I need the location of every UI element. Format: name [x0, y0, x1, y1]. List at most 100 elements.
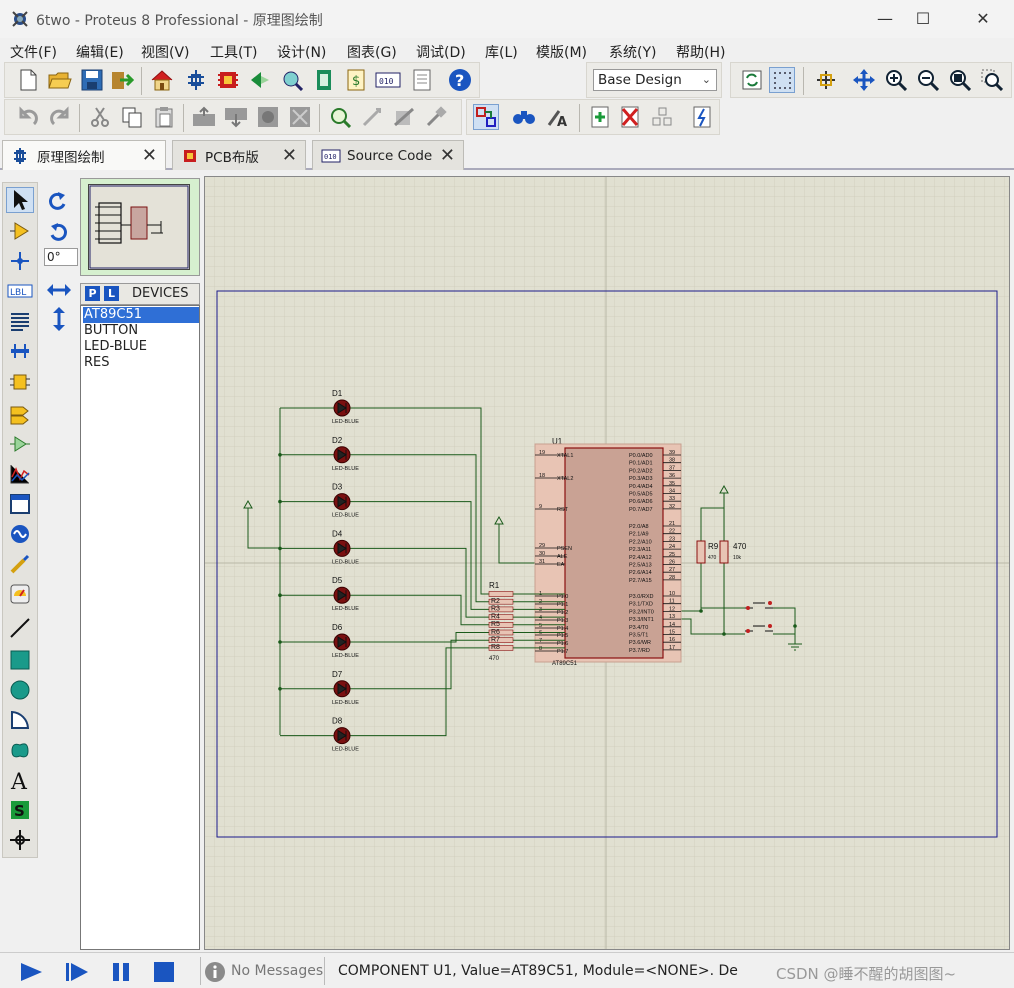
virtual-instruments-icon[interactable]: [6, 581, 34, 607]
rotate-clockwise-icon[interactable]: [46, 190, 70, 218]
block-delete-icon[interactable]: [287, 104, 313, 130]
menu-view[interactable]: 视图(V): [141, 42, 190, 62]
terminals-icon[interactable]: [6, 401, 34, 427]
block-copy-icon[interactable]: [191, 104, 217, 130]
refresh-icon[interactable]: [739, 67, 765, 93]
property-assignment-icon[interactable]: A: [545, 104, 571, 130]
device-pins-icon[interactable]: [6, 431, 34, 457]
schematic-canvas[interactable]: D1 LED-BLUE D2 LED-BLUE D3 LED-BLUE D4 LED-BLUE…: [204, 176, 1010, 950]
help-icon[interactable]: ?: [447, 67, 473, 93]
marker-tool-icon[interactable]: [6, 827, 34, 853]
list-item[interactable]: RES: [83, 355, 199, 371]
pick-devices-button[interactable]: P: [85, 286, 100, 301]
menu-edit[interactable]: 编辑(E): [76, 42, 124, 62]
selection-mode-icon[interactable]: [6, 187, 34, 213]
overview-viewport[interactable]: [88, 184, 190, 270]
import-icon[interactable]: [109, 67, 135, 93]
close-icon[interactable]: ✕: [440, 145, 455, 166]
copy-icon[interactable]: [119, 104, 145, 130]
menu-help[interactable]: 帮助(H): [676, 42, 725, 62]
close-button[interactable]: ✕: [960, 6, 1006, 32]
close-icon[interactable]: ✕: [282, 145, 297, 166]
zoom-in-icon[interactable]: [883, 67, 909, 93]
new-file-icon[interactable]: [15, 67, 41, 93]
pick-parts-icon[interactable]: [327, 104, 353, 130]
library-manager-button[interactable]: L: [104, 286, 119, 301]
redo-icon[interactable]: [47, 104, 73, 130]
menu-debug[interactable]: 调试(D): [416, 42, 466, 62]
block-rotate-icon[interactable]: [255, 104, 281, 130]
graph-mode-icon[interactable]: [6, 461, 34, 487]
search-icon[interactable]: [511, 104, 537, 130]
zoom-out-icon[interactable]: [915, 67, 941, 93]
tab-pcb[interactable]: PCB布版 ✕: [172, 140, 306, 170]
tab-schematic[interactable]: 原理图绘制 ✕: [2, 140, 166, 170]
zoom-all-icon[interactable]: [947, 67, 973, 93]
bill-of-materials-icon[interactable]: $: [343, 67, 369, 93]
toggle-grid-icon[interactable]: [769, 67, 795, 93]
tab-source-code[interactable]: 010 Source Code ✕: [312, 140, 464, 170]
menu-graph[interactable]: 图表(G): [347, 42, 397, 62]
block-move-icon[interactable]: [223, 104, 249, 130]
menu-design[interactable]: 设计(N): [277, 42, 326, 62]
rotate-anticlockwise-icon[interactable]: [46, 221, 70, 249]
symbol-tool-icon[interactable]: S: [6, 797, 34, 823]
menu-tools[interactable]: 工具(T): [210, 42, 257, 62]
pcb-layout-icon[interactable]: [215, 67, 241, 93]
wire-autorouter-icon[interactable]: [473, 104, 499, 130]
step-icon[interactable]: [64, 961, 90, 987]
make-device-icon[interactable]: [359, 104, 385, 130]
pan-icon[interactable]: [851, 67, 877, 93]
source-code-tool-icon[interactable]: 010: [375, 67, 401, 93]
zoom-area-icon[interactable]: [979, 67, 1005, 93]
design-select[interactable]: Base Design ⌄: [593, 69, 717, 91]
tape-recorder-icon[interactable]: [6, 491, 34, 517]
box-tool-icon[interactable]: [6, 647, 34, 673]
gerber-viewer-icon[interactable]: [279, 67, 305, 93]
schematic-capture-icon[interactable]: [183, 67, 209, 93]
text-script-icon[interactable]: [6, 308, 34, 334]
list-item[interactable]: BUTTON: [83, 323, 199, 339]
notes-icon[interactable]: [409, 67, 435, 93]
component-mode-icon[interactable]: [6, 218, 34, 244]
wire-label-icon[interactable]: LBL: [6, 278, 34, 304]
home-icon[interactable]: [149, 67, 175, 93]
stop-icon[interactable]: [152, 961, 176, 987]
list-item[interactable]: AT89C51: [83, 307, 199, 323]
list-item[interactable]: LED-BLUE: [83, 339, 199, 355]
open-folder-icon[interactable]: [47, 67, 73, 93]
flip-vertical-icon[interactable]: [49, 306, 69, 336]
design-explorer-icon[interactable]: [311, 67, 337, 93]
flip-horizontal-icon[interactable]: [46, 280, 72, 304]
generator-mode-icon[interactable]: [6, 521, 34, 547]
text-tool-icon[interactable]: A: [6, 767, 34, 793]
save-icon[interactable]: [79, 67, 105, 93]
rotation-angle-field[interactable]: 0°: [44, 248, 78, 266]
arc-tool-icon[interactable]: [6, 707, 34, 733]
pause-icon[interactable]: [110, 961, 132, 987]
subcircuit-icon[interactable]: [6, 369, 34, 395]
message-count[interactable]: No Messages: [231, 963, 323, 979]
maximize-button[interactable]: ☐: [900, 6, 946, 32]
origin-icon[interactable]: [813, 67, 839, 93]
netlist-icon[interactable]: [689, 104, 715, 130]
play-icon[interactable]: [18, 961, 44, 987]
menu-file[interactable]: 文件(F): [10, 42, 57, 62]
probe-mode-icon[interactable]: [6, 551, 34, 577]
buses-icon[interactable]: [6, 338, 34, 364]
path-tool-icon[interactable]: [6, 737, 34, 763]
line-tool-icon[interactable]: [6, 615, 34, 641]
exit-to-parent-icon[interactable]: [649, 104, 675, 130]
menu-template[interactable]: 模版(M): [536, 42, 587, 62]
decompose-icon[interactable]: [423, 104, 449, 130]
remove-sheet-icon[interactable]: [617, 104, 643, 130]
cut-icon[interactable]: [87, 104, 113, 130]
menu-system[interactable]: 系统(Y): [609, 42, 656, 62]
paste-icon[interactable]: [151, 104, 177, 130]
new-sheet-icon[interactable]: [587, 104, 613, 130]
junction-dot-icon[interactable]: [6, 248, 34, 274]
circle-tool-icon[interactable]: [6, 677, 34, 703]
undo-icon[interactable]: [15, 104, 41, 130]
packaging-tool-icon[interactable]: [391, 104, 417, 130]
menu-library[interactable]: 库(L): [485, 42, 518, 62]
